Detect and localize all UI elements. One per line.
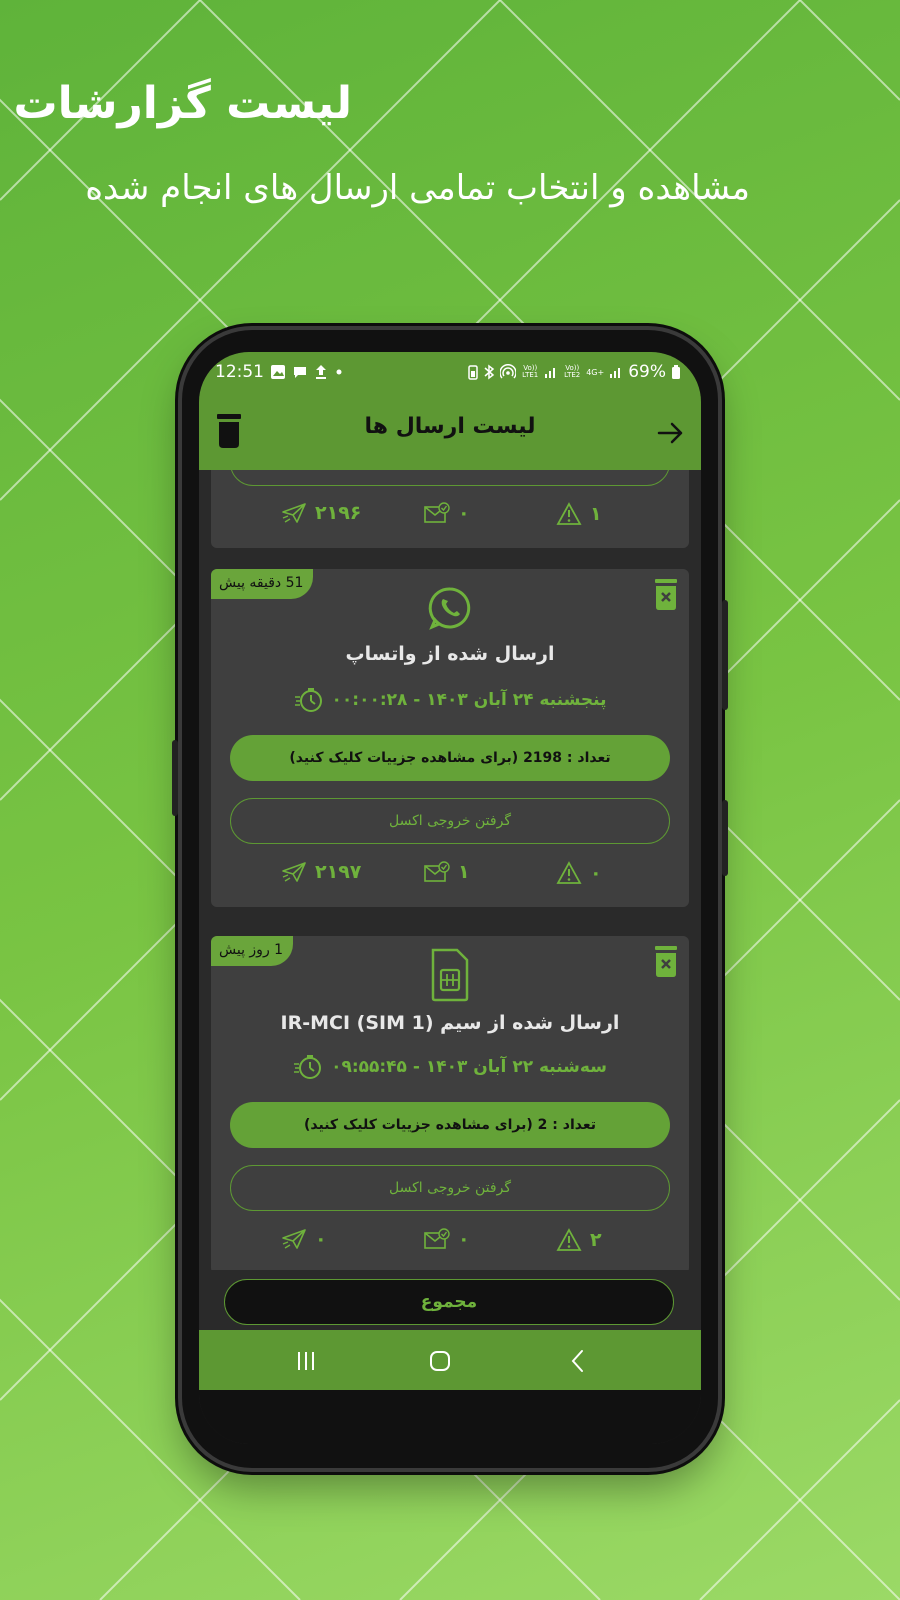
status-bar: 12:51 Vo)) LTE1 Vo)) LTE2 4G+ 69% bbox=[199, 352, 701, 396]
signal-icon bbox=[610, 368, 621, 378]
screen-bottom bbox=[199, 1390, 701, 1444]
report-card[interactable]: 1 روز پیش ارسال شده از سیم (IR-MCI (SIM … bbox=[211, 936, 689, 1274]
volte2-label: Vo)) LTE2 bbox=[564, 364, 581, 379]
sent-stat: ۲۱۹۶ bbox=[281, 502, 361, 524]
delivered-stat: ۱ bbox=[424, 861, 470, 883]
battery-saver-icon bbox=[468, 365, 478, 380]
promo-subtitle: مشاهده و انتخاب تمامی ارسال های انجام شد… bbox=[85, 168, 750, 208]
excel-export-button[interactable]: گرفتن خروجی اکسل bbox=[230, 798, 670, 844]
card-title: ارسال شده از سیم (IR-MCI (SIM 1 bbox=[280, 1012, 620, 1034]
network-type: 4G+ bbox=[586, 367, 605, 377]
report-card[interactable]: ۱ ۰ ۲۱۹۶ bbox=[211, 470, 689, 548]
excel-export-button[interactable]: گرفتن خروجی اکسل bbox=[230, 1165, 670, 1211]
details-count-button[interactable]: تعداد : 2198 (برای مشاهده جزییات کلیک کن… bbox=[230, 735, 670, 781]
chat-icon bbox=[294, 367, 306, 378]
side-key bbox=[722, 800, 728, 876]
delivered-count: ۱ bbox=[458, 861, 470, 883]
battery-percent: 69% bbox=[628, 362, 666, 382]
battery-icon bbox=[672, 365, 680, 379]
failed-count: ۰ bbox=[590, 862, 602, 884]
date-text: سه‌شنبه ۲۲ آبان ۱۴۰۳ - ۰۹:۵۵:۴۵ bbox=[331, 1057, 607, 1077]
failed-stat: ۱ bbox=[556, 502, 602, 526]
card-date: پنجشنبه ۲۴ آبان ۱۴۰۳ - ۰۰:۰۰:۲۸ bbox=[211, 687, 689, 713]
time-ago-badge: 1 روز پیش bbox=[211, 936, 294, 966]
paper-plane-icon bbox=[282, 503, 306, 523]
report-list[interactable]: ۱ ۰ ۲۱۹۶ 51 دقیقه پیش ارسال شده از واتسا… bbox=[199, 470, 701, 1330]
upload-icon bbox=[316, 365, 326, 379]
stats-row: ۲ ۰ ۰ bbox=[211, 1228, 689, 1264]
home-icon[interactable] bbox=[425, 1348, 455, 1374]
bluetooth-icon bbox=[484, 364, 495, 380]
delivered-stat: ۰ bbox=[424, 502, 470, 524]
clock: 12:51 bbox=[215, 362, 264, 382]
stats-row: ۰ ۱ ۲۱۹۷ bbox=[211, 861, 689, 897]
dot-icon bbox=[336, 369, 342, 375]
delete-icon[interactable] bbox=[653, 946, 679, 978]
excel-export-button[interactable] bbox=[230, 470, 670, 486]
back-icon[interactable] bbox=[563, 1348, 593, 1374]
signal-icon bbox=[545, 368, 556, 378]
volte1-label: Vo)) LTE1 bbox=[522, 364, 539, 379]
failed-stat: ۰ bbox=[556, 861, 602, 885]
sim-card-icon bbox=[431, 948, 469, 1002]
failed-count: ۲ bbox=[590, 1229, 602, 1251]
delivered-mail-icon bbox=[424, 861, 450, 882]
failed-count: ۱ bbox=[590, 503, 602, 525]
app-bar: لیست ارسال ها bbox=[199, 396, 701, 470]
sent-count: ۲۱۹۶ bbox=[315, 502, 362, 524]
date-text: پنجشنبه ۲۴ آبان ۱۴۰۳ - ۰۰:۰۰:۲۸ bbox=[331, 690, 607, 710]
hotspot-icon bbox=[500, 364, 517, 379]
phone-frame: 12:51 Vo)) LTE1 Vo)) LTE2 4G+ 69% لیست ا… bbox=[172, 330, 728, 1468]
delivered-count: ۰ bbox=[458, 1228, 470, 1250]
navigation-bar bbox=[199, 1330, 701, 1390]
warning-icon bbox=[556, 861, 582, 884]
stats-row: ۱ ۰ ۲۱۹۶ bbox=[211, 502, 689, 538]
page-title: لیست ارسال ها bbox=[364, 414, 536, 439]
phone-screen: 12:51 Vo)) LTE1 Vo)) LTE2 4G+ 69% لیست ا… bbox=[199, 352, 701, 1444]
sent-count: ۰ bbox=[315, 1228, 327, 1250]
details-count-button[interactable]: تعداد : 2 (برای مشاهده جزییات کلیک کنید) bbox=[230, 1102, 670, 1148]
promo-title: لیست گزارشات bbox=[13, 78, 352, 129]
image-icon bbox=[271, 365, 285, 379]
stopwatch-icon bbox=[294, 1055, 322, 1079]
recent-apps-icon[interactable] bbox=[291, 1348, 321, 1374]
whatsapp-icon bbox=[428, 587, 471, 630]
delete-icon[interactable] bbox=[653, 579, 679, 611]
warning-icon bbox=[556, 1228, 582, 1251]
delivered-mail-icon bbox=[424, 1228, 450, 1249]
card-title: ارسال شده از واتساپ bbox=[345, 643, 555, 665]
delivered-count: ۰ bbox=[458, 502, 470, 524]
volume-button bbox=[172, 740, 178, 816]
stopwatch-icon bbox=[294, 688, 322, 712]
warning-icon bbox=[556, 502, 582, 525]
sent-stat: ۰ bbox=[281, 1228, 327, 1250]
sent-count: ۲۱۹۷ bbox=[315, 861, 362, 883]
delivered-mail-icon bbox=[424, 502, 450, 523]
delivered-stat: ۰ bbox=[424, 1228, 470, 1250]
report-card[interactable]: 51 دقیقه پیش ارسال شده از واتساپ پنجشنبه… bbox=[211, 569, 689, 907]
paper-plane-icon bbox=[282, 1229, 306, 1249]
back-arrow-icon[interactable] bbox=[653, 416, 687, 450]
time-ago-badge: 51 دقیقه پیش bbox=[211, 569, 314, 599]
sent-stat: ۲۱۹۷ bbox=[281, 861, 361, 883]
card-date: سه‌شنبه ۲۲ آبان ۱۴۰۳ - ۰۹:۵۵:۴۵ bbox=[211, 1054, 689, 1080]
failed-stat: ۲ bbox=[556, 1228, 602, 1252]
total-button[interactable]: مجموع bbox=[224, 1279, 674, 1325]
paper-plane-icon bbox=[282, 862, 306, 882]
power-button bbox=[722, 600, 728, 710]
